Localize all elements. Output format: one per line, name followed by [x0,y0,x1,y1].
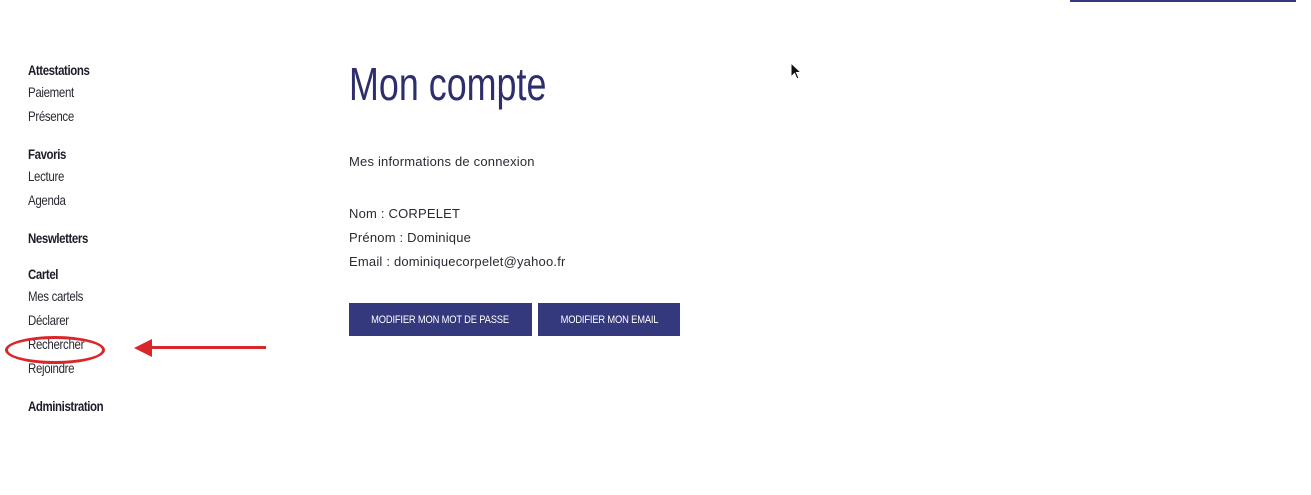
action-buttons: MODIFIER MON MOT DE PASSE MODIFIER MON E… [349,303,680,336]
annotation-arrow-line [150,346,266,349]
sidebar-heading-newsletters[interactable]: Neswletters [28,228,192,248]
annotation-circle [5,336,105,364]
change-email-label: MODIFIER MON EMAIL [560,313,658,326]
prenom-value: Prénom : Dominique [349,230,472,245]
nom-value: Nom : CORPELET [349,206,461,221]
sidebar-group-favoris: Favoris Lecture Agenda [28,144,228,212]
change-password-label: MODIFIER MON MOT DE PASSE [371,313,510,326]
sidebar-item-lecture[interactable]: Lecture [28,164,192,188]
sidebar-group-attestations: Attestations Paiement Présence [28,60,228,128]
sidebar-item-agenda[interactable]: Agenda [28,188,192,212]
sidebar-group-administration: Administration [28,396,228,416]
main-content: Mon compte Mes informations de connexion… [349,56,1049,336]
sidebar-heading-cartel[interactable]: Cartel [28,264,192,284]
sidebar-nav: Attestations Paiement Présence Favoris L… [28,60,228,432]
sidebar-item-paiement[interactable]: Paiement [28,80,192,104]
change-email-button[interactable]: MODIFIER MON EMAIL [538,303,680,336]
change-password-button[interactable]: MODIFIER MON MOT DE PASSE [349,303,532,336]
account-info: Nom : CORPELET Prénom : Dominique Email … [349,202,566,274]
mouse-cursor-icon [790,62,803,80]
email-value: Email : dominiquecorpelet@yahoo.fr [349,254,566,269]
sidebar-item-presence[interactable]: Présence [28,104,192,128]
section-label: Mes informations de connexion [349,154,535,169]
sidebar-heading-administration[interactable]: Administration [28,396,192,416]
sidebar-item-mes-cartels[interactable]: Mes cartels [28,284,192,308]
sidebar-item-declarer[interactable]: Déclarer [28,308,192,332]
sidebar-heading-attestations[interactable]: Attestations [28,60,192,80]
top-accent-line [1070,0,1296,2]
sidebar-group-newsletters: Neswletters [28,228,228,248]
sidebar-heading-favoris[interactable]: Favoris [28,144,192,164]
page-title: Mon compte [349,58,547,110]
